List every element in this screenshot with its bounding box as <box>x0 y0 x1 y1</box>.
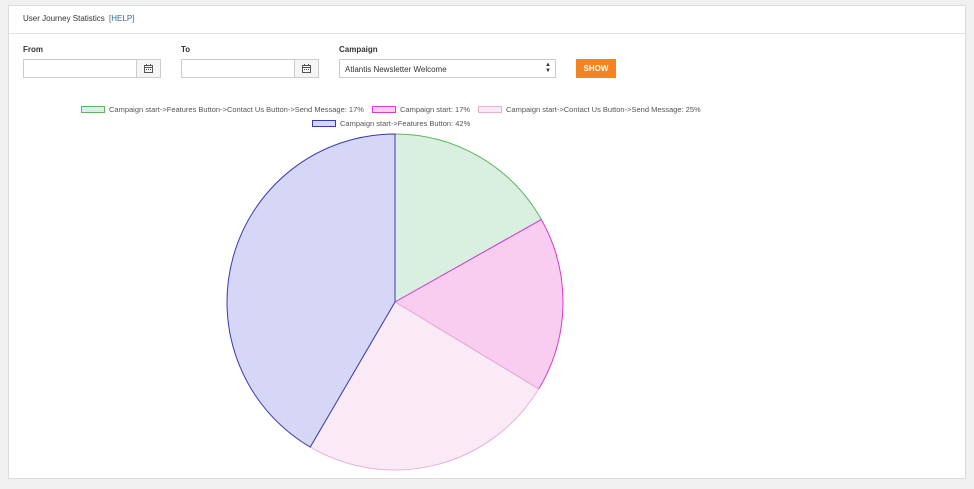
pie-chart <box>226 133 564 471</box>
user-journey-panel: User Journey Statistics [HELP] From To C… <box>8 5 966 479</box>
